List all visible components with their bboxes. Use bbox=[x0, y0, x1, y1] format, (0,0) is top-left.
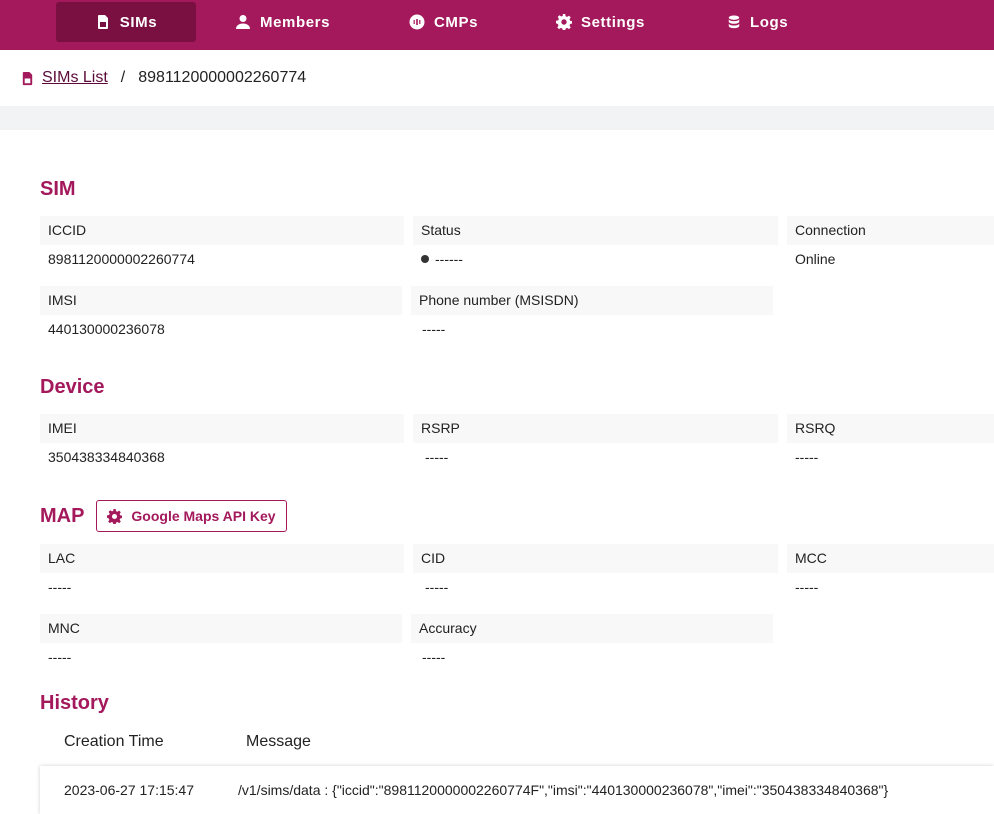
database-icon bbox=[728, 15, 740, 29]
google-maps-api-key-button[interactable]: Google Maps API Key bbox=[96, 500, 287, 532]
sim-card-icon bbox=[22, 71, 33, 85]
person-icon bbox=[236, 15, 250, 29]
tab-members[interactable]: Members bbox=[235, 2, 330, 42]
tab-settings-label: Settings bbox=[581, 13, 645, 31]
imsi-label: IMSI bbox=[40, 286, 402, 315]
status-label: Status bbox=[413, 216, 778, 245]
accuracy-label: Accuracy bbox=[411, 614, 773, 643]
tab-sims-label: SIMs bbox=[119, 13, 158, 31]
status-dot-icon bbox=[421, 255, 429, 263]
breadcrumb-separator: / bbox=[120, 69, 126, 86]
row-creation-time: 2023-06-27 17:15:47 bbox=[64, 782, 194, 798]
google-maps-api-key-label: Google Maps API Key bbox=[131, 508, 276, 524]
history-section-title: History bbox=[40, 692, 109, 714]
breadcrumb-current: 8981120000002260774 bbox=[138, 69, 307, 86]
breadcrumb: SIMs List / 8981120000002260774 bbox=[20, 67, 306, 89]
gear-icon bbox=[107, 508, 123, 524]
phone-value: ----- bbox=[422, 321, 446, 337]
mnc-label: MNC bbox=[40, 614, 402, 643]
status-text: ------ bbox=[435, 251, 463, 267]
tab-logs[interactable]: Logs bbox=[727, 2, 788, 42]
lac-label: LAC bbox=[40, 544, 404, 573]
sim-card-icon bbox=[97, 15, 108, 29]
mcc-label: MCC bbox=[787, 544, 994, 573]
connection-value: Online bbox=[795, 251, 836, 267]
iccid-label: ICCID bbox=[40, 216, 404, 245]
tab-sims[interactable]: SIMs bbox=[56, 2, 196, 42]
device-section-title: Device bbox=[40, 376, 105, 398]
accuracy-value: ----- bbox=[422, 649, 446, 665]
phone-label: Phone number (MSISDN) bbox=[411, 286, 773, 315]
iccid-value: 8981120000002260774 bbox=[48, 251, 195, 267]
cid-value: ----- bbox=[425, 579, 449, 595]
broadcast-icon bbox=[409, 14, 425, 30]
top-nav: SIMs Members CMPs Settings Logs bbox=[0, 0, 994, 50]
rsrp-label: RSRP bbox=[413, 414, 778, 443]
mcc-value: ----- bbox=[795, 579, 819, 595]
imsi-value: 440130000236078 bbox=[48, 321, 165, 337]
rsrq-label: RSRQ bbox=[787, 414, 994, 443]
tab-cmps-label: CMPs bbox=[434, 13, 479, 31]
lac-value: ----- bbox=[48, 579, 72, 595]
tab-members-label: Members bbox=[260, 13, 331, 31]
map-section-title: MAP bbox=[40, 505, 85, 527]
tab-settings[interactable]: Settings bbox=[556, 2, 645, 42]
column-header-message[interactable]: Message bbox=[246, 733, 311, 751]
tab-cmps[interactable]: CMPs bbox=[409, 2, 478, 42]
status-value: ------ bbox=[413, 251, 463, 267]
gray-band bbox=[0, 106, 994, 130]
imei-value: 350438334840368 bbox=[48, 449, 165, 465]
gear-icon bbox=[556, 14, 572, 30]
imei-label: IMEI bbox=[40, 414, 404, 443]
sims-list-link[interactable]: SIMs List bbox=[42, 69, 108, 87]
column-header-creation-time[interactable]: Creation Time bbox=[64, 733, 164, 751]
connection-label: Connection bbox=[787, 216, 994, 245]
row-message: /v1/sims/data : {"iccid":"89811200000022… bbox=[238, 782, 889, 798]
mnc-value: ----- bbox=[48, 649, 72, 665]
tab-logs-label: Logs bbox=[750, 13, 789, 31]
sim-section-title: SIM bbox=[40, 178, 76, 200]
rsrp-value: ----- bbox=[425, 449, 449, 465]
rsrq-value: ----- bbox=[795, 449, 819, 465]
cid-label: CID bbox=[413, 544, 778, 573]
